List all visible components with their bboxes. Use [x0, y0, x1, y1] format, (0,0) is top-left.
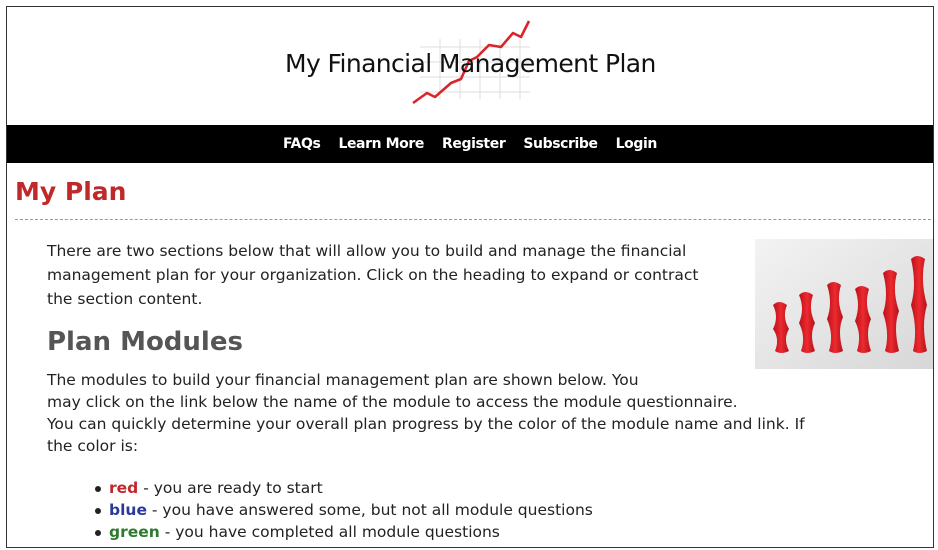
page-frame: My Financial Management Plan FAQs Learn … [6, 6, 934, 548]
nav-faqs-link[interactable]: FAQs [283, 136, 321, 152]
intro-paragraph: There are two sections below that will a… [47, 242, 699, 308]
legend-item-red: red - you are ready to start [91, 477, 593, 499]
legend-item-green: green - you have completed all module qu… [91, 521, 593, 543]
legend-description: - you are ready to start [138, 479, 323, 497]
red-wavy-bars-image [755, 239, 933, 369]
legend-description: - you have completed all module question… [159, 523, 500, 541]
modules-description-line: may click on the link below the name of … [47, 393, 738, 411]
modules-description-line: The modules to build your financial mana… [47, 371, 639, 389]
title-divider [15, 219, 931, 220]
site-header: My Financial Management Plan [7, 7, 933, 125]
legend-item-blue: blue - you have answered some, but not a… [91, 499, 593, 521]
nav-login-link[interactable]: Login [616, 136, 658, 152]
nav-register-link[interactable]: Register [442, 136, 506, 152]
modules-description-line: the color is: [47, 437, 139, 455]
modules-description: The modules to build your financial mana… [47, 369, 917, 457]
page-title: My Plan [15, 177, 127, 206]
modules-description-line: You can quickly determine your overall p… [47, 415, 805, 433]
nav-subscribe-link[interactable]: Subscribe [523, 136, 598, 152]
plan-modules-heading[interactable]: Plan Modules [47, 327, 243, 357]
nav-learn-more-link[interactable]: Learn More [338, 136, 424, 152]
status-color-legend: red - you are ready to start blue - you … [91, 477, 593, 543]
legend-color-word: blue [109, 501, 147, 519]
legend-description: - you have answered some, but not all mo… [146, 501, 593, 519]
legend-color-word: red [109, 479, 139, 497]
legend-color-word: green [109, 523, 160, 541]
main-nav: FAQs Learn More Register Subscribe Login [7, 125, 933, 163]
site-logo-text: My Financial Management Plan [285, 49, 656, 78]
